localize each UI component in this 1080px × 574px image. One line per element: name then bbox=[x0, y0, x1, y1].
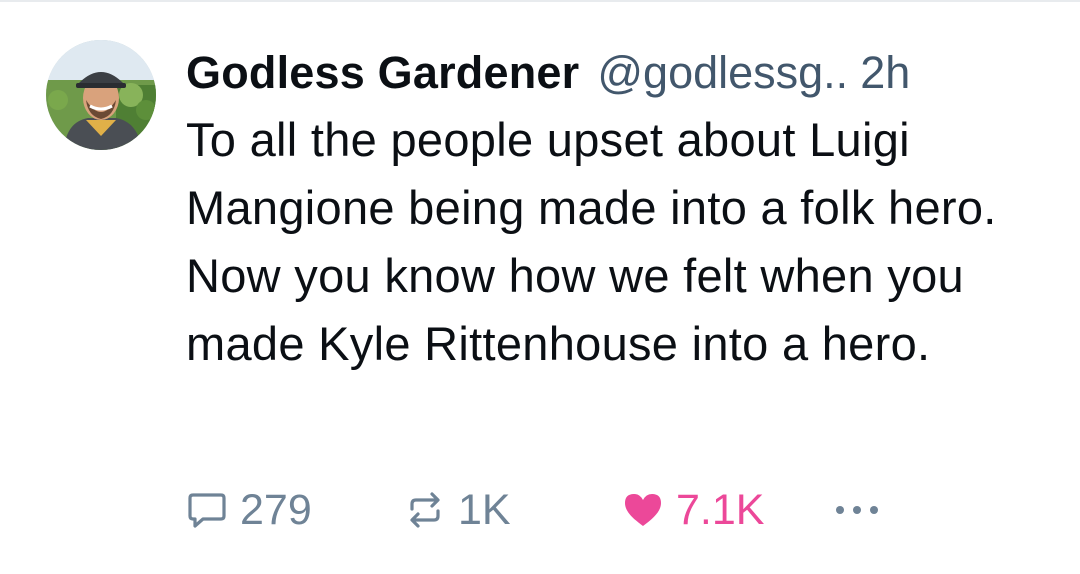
avatar-image bbox=[46, 40, 156, 150]
post-content: Godless Gardener @godlessg.. 2h To all t… bbox=[186, 42, 1056, 378]
repost-icon bbox=[410, 492, 440, 528]
reply-button[interactable]: 279 bbox=[186, 480, 312, 540]
reply-count: 279 bbox=[240, 485, 312, 534]
display-name[interactable]: Godless Gardener bbox=[186, 42, 579, 104]
like-button[interactable]: 7.1K bbox=[622, 480, 764, 540]
author-handle[interactable]: @godlessg.. bbox=[597, 42, 848, 104]
heart-icon bbox=[625, 494, 661, 526]
more-options-button[interactable] bbox=[832, 480, 882, 540]
ellipsis-icon bbox=[836, 506, 878, 514]
repost-count: 1K bbox=[458, 485, 511, 534]
post-text: To all the people upset about Luigi Mang… bbox=[186, 113, 997, 370]
avatar[interactable] bbox=[46, 40, 156, 150]
like-count: 7.1K bbox=[676, 485, 765, 534]
reply-icon bbox=[188, 493, 226, 528]
post-timestamp[interactable]: 2h bbox=[860, 42, 910, 104]
post-header: Godless Gardener @godlessg.. 2h bbox=[186, 42, 1056, 104]
repost-button[interactable]: 1K bbox=[404, 480, 511, 540]
post-card[interactable]: Godless Gardener @godlessg.. 2h To all t… bbox=[0, 0, 1080, 574]
post-actions: 279 1K 7.1K bbox=[186, 480, 1046, 540]
